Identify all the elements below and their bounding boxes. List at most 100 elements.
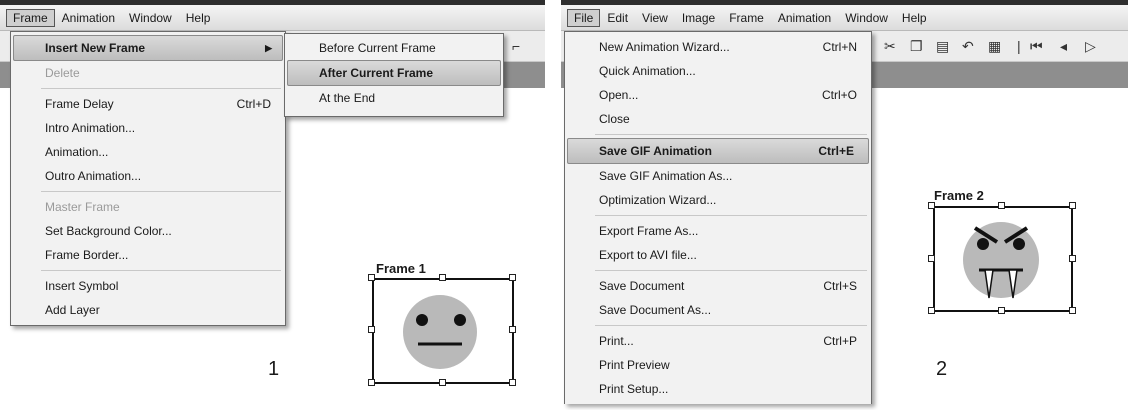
menu-item-label: Master Frame	[45, 200, 120, 214]
cut-icon[interactable]: ✂	[884, 38, 896, 55]
resize-handle[interactable]	[928, 202, 935, 209]
menu-item-print-preview[interactable]: Print Preview	[565, 353, 871, 377]
shortcut-label: Ctrl+P	[823, 334, 857, 348]
menu-frame[interactable]: Frame	[6, 8, 55, 27]
neutral-face-icon	[403, 295, 477, 369]
resize-handle[interactable]	[368, 326, 375, 333]
menubar: Frame Animation Window Help	[0, 5, 545, 31]
resize-handle[interactable]	[1069, 307, 1076, 314]
frame-2-selection-box[interactable]	[933, 206, 1073, 312]
menu-item-export-to-avi[interactable]: Export to AVI file...	[565, 243, 871, 267]
menu-item-print-setup[interactable]: Print Setup...	[565, 377, 871, 401]
menu-item-label: After Current Frame	[319, 66, 434, 80]
resize-handle[interactable]	[1069, 202, 1076, 209]
resize-handle[interactable]	[439, 379, 446, 386]
menu-item-animation[interactable]: Animation...	[11, 140, 285, 164]
menu-window[interactable]: Window	[122, 9, 179, 27]
menu-help[interactable]: Help	[895, 9, 934, 27]
menu-item-frame-delay[interactable]: Frame Delay Ctrl+D	[11, 92, 285, 116]
resize-handle[interactable]	[928, 255, 935, 262]
menu-animation[interactable]: Animation	[55, 9, 122, 27]
angry-face-icon	[963, 222, 1039, 299]
menu-item-label: Print Preview	[599, 358, 670, 372]
submenu-item-before-current-frame[interactable]: Before Current Frame	[285, 36, 503, 60]
resize-handle[interactable]	[368, 274, 375, 281]
menu-item-new-animation-wizard[interactable]: New Animation Wizard... Ctrl+N	[565, 35, 871, 59]
menu-item-save-gif-animation[interactable]: Save GIF Animation Ctrl+E	[567, 138, 869, 164]
menu-frame[interactable]: Frame	[722, 9, 771, 27]
menu-separator	[41, 191, 281, 192]
menu-separator	[595, 134, 867, 135]
submenu-item-after-current-frame[interactable]: After Current Frame	[287, 60, 501, 86]
menu-item-label: Save GIF Animation	[599, 144, 712, 158]
menu-item-label: Save Document As...	[599, 303, 712, 317]
menu-item-export-frame-as[interactable]: Export Frame As...	[565, 219, 871, 243]
menu-item-optimization-wizard[interactable]: Optimization Wizard...	[565, 188, 871, 212]
menu-item-label: Print Setup...	[599, 382, 669, 396]
menu-window[interactable]: Window	[838, 9, 895, 27]
menubar: File Edit View Image Frame Animation Win…	[561, 5, 1128, 31]
toolbar-tool-icon[interactable]: ⌐	[512, 38, 520, 54]
shortcut-label: Ctrl+O	[821, 88, 857, 102]
menu-item-open[interactable]: Open... Ctrl+O	[565, 83, 871, 107]
menu-item-insert-symbol[interactable]: Insert Symbol	[11, 274, 285, 298]
resize-handle[interactable]	[439, 274, 446, 281]
menu-item-label: Insert Symbol	[45, 279, 119, 293]
menu-item-insert-new-frame[interactable]: Insert New Frame ▶	[13, 35, 283, 61]
menu-item-set-background-color[interactable]: Set Background Color...	[11, 219, 285, 243]
menu-item-save-document-as[interactable]: Save Document As...	[565, 298, 871, 322]
menu-item-label: Intro Animation...	[45, 121, 136, 135]
paste-icon[interactable]: ▤	[936, 38, 949, 55]
frame-1-selection-box[interactable]	[372, 278, 514, 384]
menu-item-label: Frame Delay	[45, 97, 114, 111]
frames-icon[interactable]: ▦	[988, 38, 1001, 55]
menu-separator	[595, 270, 867, 271]
toolbar-divider: |	[1017, 38, 1021, 54]
menu-file[interactable]: File	[567, 8, 601, 27]
first-frame-icon[interactable]: ⏮	[1030, 38, 1043, 55]
menu-item-save-document[interactable]: Save Document Ctrl+S	[565, 274, 871, 298]
menu-edit[interactable]: Edit	[600, 9, 635, 27]
frame-label: Frame 1	[376, 261, 426, 276]
menu-item-label: Quick Animation...	[599, 64, 696, 78]
menu-item-frame-border[interactable]: Frame Border...	[11, 243, 285, 267]
menu-item-outro-animation[interactable]: Outro Animation...	[11, 164, 285, 188]
menu-item-label: At the End	[319, 91, 376, 105]
menu-item-print[interactable]: Print... Ctrl+P	[565, 329, 871, 353]
menu-view[interactable]: View	[635, 9, 675, 27]
step-number: 2	[936, 358, 948, 380]
resize-handle[interactable]	[998, 202, 1005, 209]
resize-handle[interactable]	[509, 379, 516, 386]
menu-item-label: Add Layer	[45, 303, 100, 317]
menu-item-label: Export Frame As...	[599, 224, 699, 238]
menu-item-close[interactable]: Close	[565, 107, 871, 131]
menu-item-quick-animation[interactable]: Quick Animation...	[565, 59, 871, 83]
play-icon[interactable]: ▷	[1085, 38, 1096, 55]
resize-handle[interactable]	[1069, 255, 1076, 262]
menu-help[interactable]: Help	[179, 9, 218, 27]
menu-item-label: Print...	[599, 334, 634, 348]
menu-item-master-frame: Master Frame	[11, 195, 285, 219]
frame-label: Frame 2	[934, 188, 984, 203]
resize-handle[interactable]	[509, 274, 516, 281]
copy-icon[interactable]: ❐	[910, 38, 923, 55]
menu-item-save-gif-animation-as[interactable]: Save GIF Animation As...	[565, 164, 871, 188]
undo-icon[interactable]: ↶	[962, 38, 974, 55]
submenu-item-at-the-end[interactable]: At the End	[285, 86, 503, 110]
menu-image[interactable]: Image	[675, 9, 722, 27]
insert-new-frame-submenu: Before Current Frame After Current Frame…	[284, 33, 504, 117]
menu-item-intro-animation[interactable]: Intro Animation...	[11, 116, 285, 140]
menu-separator	[41, 88, 281, 89]
menu-separator	[41, 270, 281, 271]
frame-menu: Insert New Frame ▶ Delete Frame Delay Ct…	[10, 31, 286, 326]
previous-frame-icon[interactable]: ◂	[1060, 38, 1067, 55]
menu-item-add-layer[interactable]: Add Layer	[11, 298, 285, 322]
resize-handle[interactable]	[928, 307, 935, 314]
resize-handle[interactable]	[368, 379, 375, 386]
shortcut-label: Ctrl+S	[823, 279, 857, 293]
menu-item-label: Open...	[599, 88, 639, 102]
resize-handle[interactable]	[998, 307, 1005, 314]
resize-handle[interactable]	[509, 326, 516, 333]
menu-animation[interactable]: Animation	[771, 9, 838, 27]
menu-separator	[595, 325, 867, 326]
